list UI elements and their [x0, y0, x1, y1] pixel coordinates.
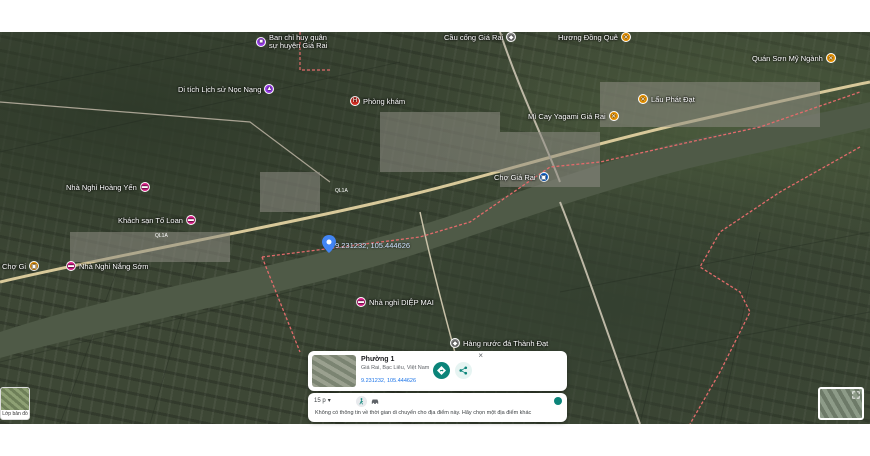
walking-icon: [359, 398, 364, 405]
poi-label: Cầu cống Giá Rai: [444, 32, 504, 42]
walking-mode-button[interactable]: [356, 396, 367, 407]
store-icon: ▣: [29, 261, 40, 271]
hotel-icon: ▬: [66, 261, 76, 271]
place-card[interactable]: Phường 1 Giá Rai, Bạc Liêu, Việt Nam 9.2…: [308, 351, 567, 391]
directions-icon: [437, 366, 446, 375]
driving-mode-button[interactable]: [369, 396, 380, 407]
selected-pin-label: 9.231232, 105.444626: [335, 241, 411, 250]
restaurant-icon: ✕: [620, 32, 631, 42]
poi-nha-nghi-nang-som[interactable]: ▬ Nhà Nghỉ Nắng Sớm: [66, 261, 149, 271]
travel-note: Không có thông tin về thời gian di chuyể…: [315, 410, 532, 416]
poi-label: Chợ Gi: [2, 261, 27, 271]
store-icon: ◆: [450, 338, 460, 348]
layers-label: Lớp bản đồ: [2, 411, 28, 417]
poi-quan-son-my[interactable]: Quán Sơn Mỹ Ngành ✕: [752, 53, 836, 63]
share-button[interactable]: [455, 362, 472, 379]
market-icon: ▣: [538, 172, 549, 182]
street-view-thumbnail[interactable]: [818, 387, 864, 420]
selected-location-pin-icon[interactable]: [322, 235, 336, 253]
road-label: QL1A: [155, 233, 168, 239]
poi-huong-dong-que[interactable]: Hương Đồng Quê ✕: [558, 32, 631, 42]
office-icon: ■: [256, 37, 266, 47]
poi-nha-nghi-hoang-yen[interactable]: Nhà Nghỉ Hoàng Yến ▬: [66, 182, 150, 192]
departure-time-select[interactable]: 15 p ▾: [314, 397, 331, 405]
poi-label: Khách sạn Tố Loan: [118, 215, 183, 225]
place-thumbnail[interactable]: [312, 355, 356, 387]
poi-hang-nuoc-da[interactable]: ◆ Hàng nước đá Thành Đạt: [450, 338, 548, 348]
bridge-icon: ◆: [506, 32, 517, 42]
place-address: Giá Rai, Bạc Liêu, Việt Nam: [361, 365, 430, 371]
poi-label: Hương Đồng Quê: [558, 32, 618, 42]
poi-lau-phat-dat[interactable]: ✕ Lẩu Phát Đạt: [638, 94, 695, 104]
hotel-icon: ▬: [185, 215, 196, 225]
poi-label: Di tích Lịch sử Nọc Nạng: [178, 84, 262, 94]
route-toggle[interactable]: [554, 397, 562, 405]
hotel-icon: ▬: [139, 182, 150, 192]
poi-military-office[interactable]: ■ Ban chỉ huy quân sự huyện Giá Rai: [256, 34, 331, 50]
monument-icon: ▲: [264, 84, 275, 94]
poi-label: Ban chỉ huy quân sự huyện Giá Rai: [269, 33, 328, 50]
place-name: Phường 1: [361, 356, 395, 363]
poi-label: Phòng khám: [363, 96, 406, 106]
poi-label: Nhà Nghỉ Hoàng Yến: [66, 182, 137, 192]
restaurant-icon: ✕: [608, 111, 619, 121]
poi-khach-san-to-loan[interactable]: Khách sạn Tố Loan ▬: [118, 215, 196, 225]
layers-preview: [1, 388, 29, 410]
hospital-icon: H: [350, 96, 360, 106]
poi-label: Lẩu Phát Đạt: [651, 94, 695, 104]
place-coordinates[interactable]: 9.231232, 105.444626: [361, 378, 416, 384]
travel-time-panel: 15 p ▾ Không có thông tin về thời gian d…: [308, 393, 567, 422]
directions-button[interactable]: [433, 362, 450, 379]
road-label: QL1A: [335, 188, 348, 194]
map-layers-button[interactable]: Lớp bản đồ: [0, 387, 30, 420]
close-icon[interactable]: ×: [478, 352, 483, 360]
poi-gia-rai-bridge[interactable]: Cầu cống Giá Rai ◆: [444, 32, 517, 42]
poi-cho-gia-rai[interactable]: Chợ Giá Rai ▣: [494, 172, 549, 182]
departure-time-value: 15 p: [314, 397, 326, 404]
poi-mi-cay-yagami[interactable]: Mì Cay Yagami Giá Rai ✕: [528, 111, 619, 121]
map-page: QL1A QL1A ■ Ban chỉ huy quân sự huyện Gi…: [0, 0, 870, 456]
restaurant-icon: ✕: [825, 53, 836, 63]
poi-clinic[interactable]: H Phòng khám: [350, 96, 405, 106]
restaurant-icon: ✕: [638, 94, 648, 104]
expand-icon: [852, 391, 860, 399]
poi-label: Quán Sơn Mỹ Ngành: [752, 53, 823, 63]
chevron-down-icon: ▾: [327, 398, 331, 404]
poi-cho-gi[interactable]: Chợ Gi ▣: [2, 261, 40, 271]
poi-label: Mì Cay Yagami Giá Rai: [528, 111, 606, 121]
poi-label: Nhà nghỉ DIỆP MAI: [369, 297, 434, 307]
poi-noc-nang-monument[interactable]: Di tích Lịch sử Nọc Nạng ▲: [178, 84, 275, 94]
poi-label: Chợ Giá Rai: [494, 172, 536, 182]
poi-label: Hàng nước đá Thành Đạt: [463, 338, 549, 348]
poi-nha-nghi-diep-mai[interactable]: ▬ Nhà nghỉ DIỆP MAI: [356, 297, 434, 307]
hotel-icon: ▬: [356, 297, 366, 307]
car-icon: [371, 399, 378, 405]
poi-label: Nhà Nghỉ Nắng Sớm: [79, 261, 149, 271]
share-icon: [459, 366, 468, 375]
